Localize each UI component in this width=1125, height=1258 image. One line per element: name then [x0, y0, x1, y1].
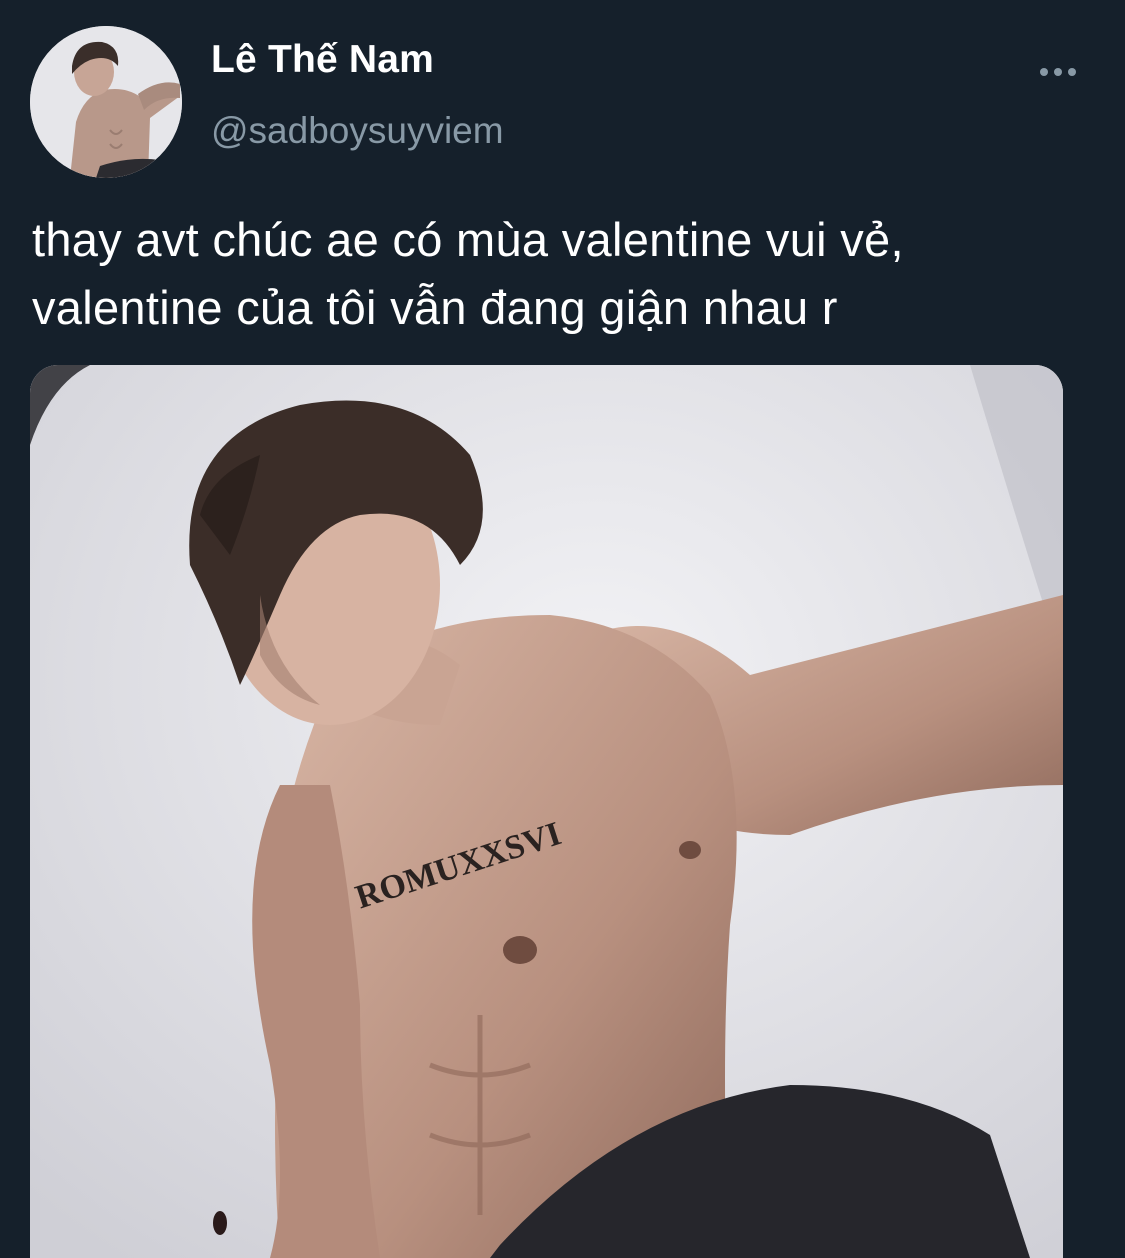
avatar[interactable] — [30, 26, 182, 178]
tweet-text-line: thay avt chúc ae có mùa valentine vui vẻ… — [32, 213, 904, 266]
author-display-name[interactable]: Lê Thế Nam — [211, 38, 434, 82]
author-handle[interactable]: @sadboysuyviem — [211, 110, 504, 152]
more-horizontal-icon[interactable] — [1037, 58, 1085, 86]
more-dot — [1040, 68, 1048, 76]
tweet-media-image[interactable]: ROMUXXSVI — [30, 365, 1063, 1258]
media-photo: ROMUXXSVI — [30, 365, 1063, 1258]
tweet-text-line: valentine của tôi vẫn đang giận nhau r — [32, 281, 838, 334]
tweet-text: thay avt chúc ae có mùa valentine vui vẻ… — [32, 206, 1092, 342]
more-dot — [1068, 68, 1076, 76]
tweet-card: Lê Thế Nam @sadboysuyviem thay avt chúc … — [0, 0, 1125, 1258]
avatar-image — [30, 26, 182, 178]
more-dot — [1054, 68, 1062, 76]
